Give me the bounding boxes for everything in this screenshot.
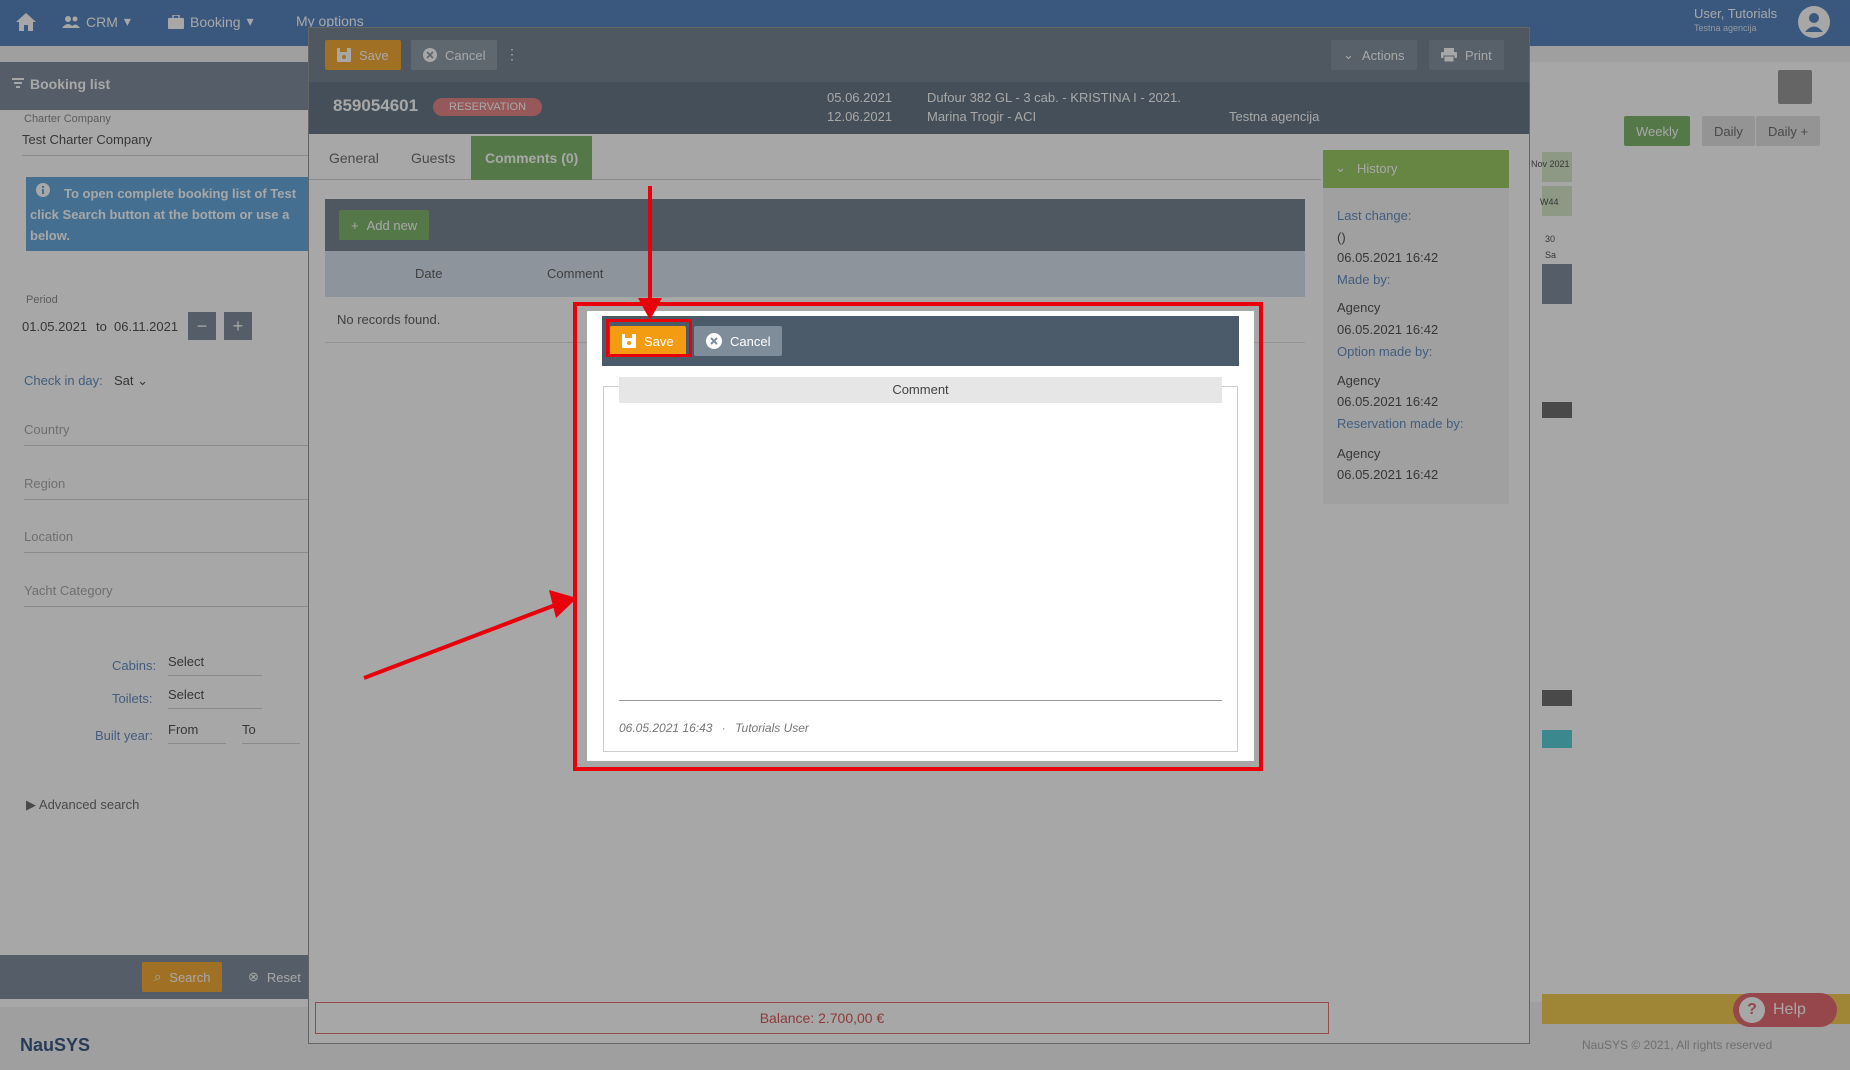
arrow-diagonal	[363, 602, 559, 680]
arrow-down-head	[638, 298, 662, 320]
arrow-diagonal-head	[549, 590, 577, 618]
annotation-arrows	[363, 186, 662, 680]
